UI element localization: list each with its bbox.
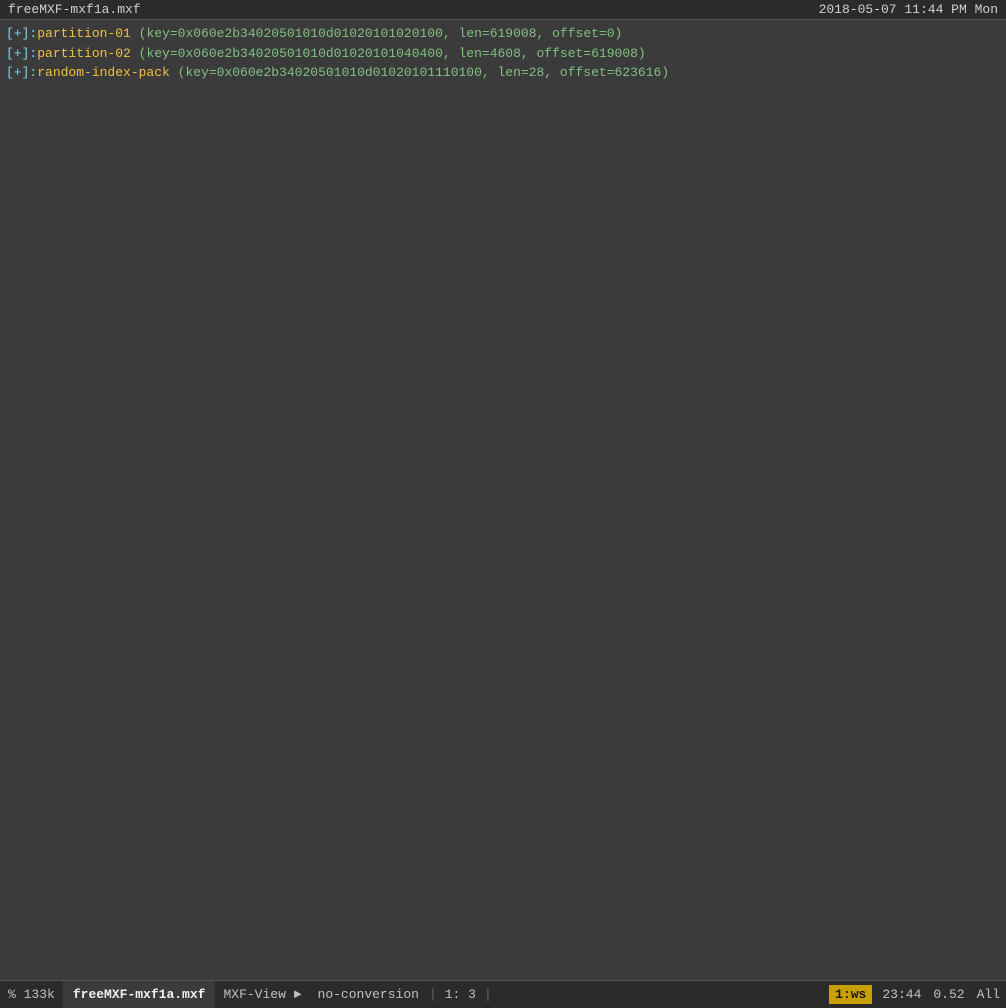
status-percent: % 133k bbox=[0, 981, 63, 1008]
status-position: 1: 3 bbox=[439, 987, 482, 1002]
status-filename: freeMXF-mxf1a.mxf bbox=[63, 981, 216, 1008]
line-prefix: [+] bbox=[6, 46, 29, 61]
line-prefix: [+] bbox=[6, 26, 29, 41]
code-line: [+]:partition-01 (key=0x060e2b3402050101… bbox=[6, 24, 1000, 44]
line-prefix: [+] bbox=[6, 65, 29, 80]
line-params: (key=0x060e2b34020501010d01020101110100,… bbox=[170, 65, 669, 80]
title-filename: freeMXF-mxf1a.mxf bbox=[8, 2, 141, 17]
code-line: [+]:partition-02 (key=0x060e2b3402050101… bbox=[6, 44, 1000, 64]
separator-1: | bbox=[427, 987, 439, 1002]
status-right: 1:ws 23:44 0.52 All bbox=[825, 985, 1006, 1004]
line-key: partition-01 bbox=[37, 26, 131, 41]
status-all: All bbox=[971, 987, 1006, 1002]
main-content: [+]:partition-01 (key=0x060e2b3402050101… bbox=[0, 20, 1006, 980]
status-bar: % 133k freeMXF-mxf1a.mxf MXF-View ► no-c… bbox=[0, 980, 1006, 1008]
status-time: 23:44 bbox=[876, 987, 927, 1002]
status-score: 0.52 bbox=[927, 987, 970, 1002]
separator-2: | bbox=[482, 987, 494, 1002]
line-key: random-index-pack bbox=[37, 65, 170, 80]
title-datetime: 2018-05-07 11:44 PM Mon bbox=[819, 2, 998, 17]
line-params: (key=0x060e2b34020501010d01020101020100,… bbox=[131, 26, 622, 41]
status-ws: 1:ws bbox=[829, 985, 872, 1004]
title-bar: freeMXF-mxf1a.mxf 2018-05-07 11:44 PM Mo… bbox=[0, 0, 1006, 20]
status-no-conversion: no-conversion bbox=[310, 987, 427, 1002]
status-mode: MXF-View ► bbox=[215, 987, 309, 1002]
line-params: (key=0x060e2b34020501010d01020101040400,… bbox=[131, 46, 646, 61]
code-line: [+]:random-index-pack (key=0x060e2b34020… bbox=[6, 63, 1000, 83]
line-key: partition-02 bbox=[37, 46, 131, 61]
